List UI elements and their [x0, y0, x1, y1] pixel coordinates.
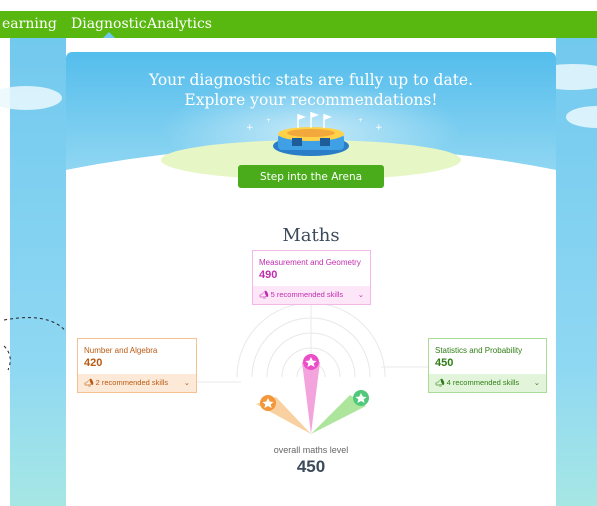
- svg-text:+: +: [246, 123, 254, 133]
- hero-banner: + + + + Your diagnostic stats are fully …: [66, 52, 556, 242]
- chevron-down-icon: ⌄: [533, 378, 540, 387]
- recommended-skills-label: 2 recommended skills: [95, 378, 169, 387]
- star-icon: [353, 390, 369, 406]
- recommended-skills-dropdown[interactable]: 📣︎ 5 recommended skills ⌄: [253, 286, 370, 304]
- diagnostic-card: + + + + Your diagnostic stats are fully …: [66, 52, 556, 506]
- chevron-down-icon: ⌄: [357, 290, 364, 299]
- top-strip: [0, 0, 597, 11]
- skill-score: 490: [259, 269, 278, 281]
- skill-name: Measurement and Geometry: [259, 258, 361, 267]
- star-icon: [303, 354, 319, 370]
- step-into-arena-button[interactable]: Step into the Arena: [238, 165, 384, 188]
- hero-title: Your diagnostic stats are fully up to da…: [66, 70, 556, 110]
- svg-text:+: +: [266, 117, 271, 124]
- nav-item-analytics[interactable]: Analytics: [147, 16, 212, 32]
- skill-card-measurement-geometry: Measurement and Geometry 490 📣︎ 5 recomm…: [252, 250, 371, 305]
- skill-card-number-algebra: Number and Algebra 420 📣︎ 2 recommended …: [77, 338, 197, 393]
- svg-text:+: +: [358, 117, 363, 124]
- overall-level-label: overall maths level: [273, 445, 349, 455]
- nav-item-learning[interactable]: earning: [2, 16, 57, 32]
- chevron-down-icon: ⌄: [183, 378, 190, 387]
- skill-name: Number and Algebra: [84, 346, 158, 355]
- hero-title-line2: Explore your recommendations!: [184, 91, 438, 109]
- recommended-skills-dropdown[interactable]: 📣︎ 2 recommended skills ⌄: [78, 374, 196, 392]
- skill-score: 420: [84, 357, 103, 369]
- skill-card-statistics-probability: Statistics and Probability 450 📣︎ 4 reco…: [428, 338, 547, 393]
- spoke-statistics-probability: [311, 395, 366, 434]
- hero-title-line1: Your diagnostic stats are fully up to da…: [148, 71, 474, 89]
- subject-title: Maths: [282, 225, 340, 246]
- main-nav: earning Diagnostic Analytics: [0, 11, 597, 38]
- spoke-measurement-geometry: [302, 362, 320, 434]
- star-icon: [260, 395, 276, 411]
- megaphone-icon: 📣︎: [84, 378, 94, 387]
- megaphone-icon: 📣︎: [259, 290, 269, 299]
- overall-level-score: 450: [296, 457, 326, 476]
- recommended-skills-dropdown[interactable]: 📣︎ 4 recommended skills ⌄: [429, 374, 546, 392]
- spoke-number-algebra: [256, 397, 311, 434]
- nav-item-diagnostic[interactable]: Diagnostic: [71, 16, 147, 38]
- recommended-skills-label: 4 recommended skills: [446, 378, 520, 387]
- svg-text:+: +: [375, 123, 383, 133]
- skill-name: Statistics and Probability: [435, 346, 523, 355]
- megaphone-icon: 📣︎: [435, 378, 445, 387]
- skill-score: 450: [435, 357, 454, 369]
- recommended-skills-label: 5 recommended skills: [270, 290, 344, 299]
